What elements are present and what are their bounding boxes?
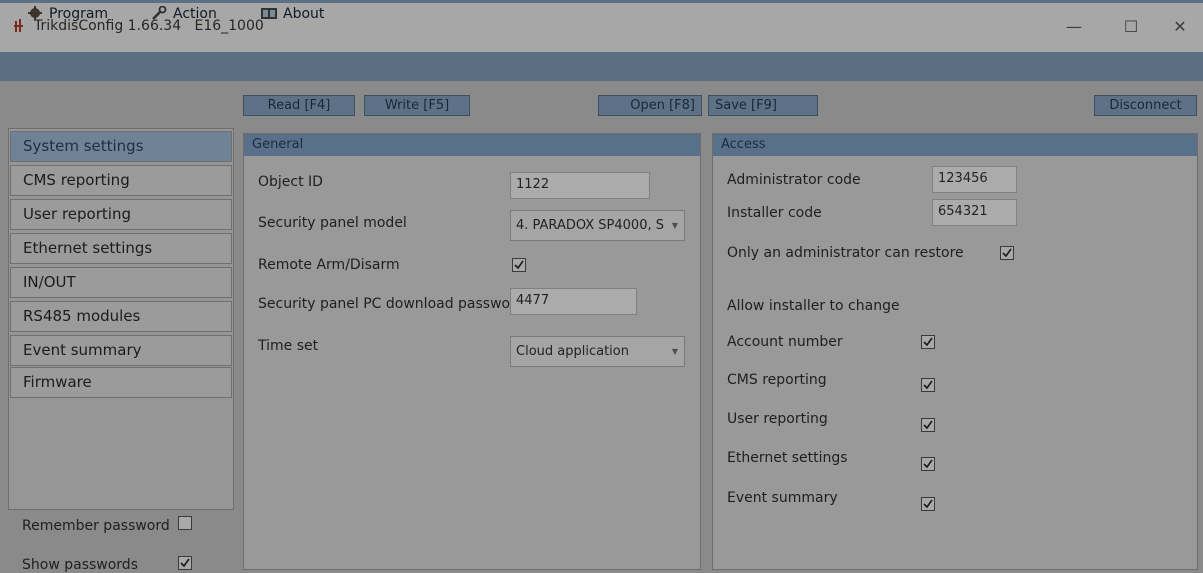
allow-installer-label: Allow installer to change [727, 298, 900, 314]
checkmark-icon [923, 459, 933, 469]
ethernet-settings-checkbox[interactable] [921, 457, 935, 471]
checkmark-icon [1002, 248, 1012, 258]
checkmark-icon [923, 380, 933, 390]
time-set-select[interactable]: Cloud application ▼ [510, 336, 685, 367]
checkmark-icon [923, 420, 933, 430]
menu-program[interactable]: Program [26, 0, 108, 29]
panel-model-label: Security panel model [258, 215, 407, 231]
remember-password-label: Remember password [22, 518, 170, 534]
dropdown-arrow-icon: ▼ [671, 347, 678, 356]
menu-bar [0, 52, 1203, 81]
nav-item-user-reporting[interactable]: User reporting [10, 199, 232, 230]
dropdown-arrow-icon: ▼ [671, 221, 678, 230]
open-button[interactable]: Open [F8] [598, 95, 702, 116]
panel-model-select[interactable]: 4. PARADOX SP4000, S ▼ [510, 210, 685, 241]
save-button[interactable]: Save [F9] [708, 95, 818, 116]
only-admin-restore-label: Only an administrator can restore [727, 245, 964, 261]
user-reporting-label: User reporting [727, 411, 828, 427]
menu-program-label: Program [49, 6, 109, 22]
cms-reporting-checkbox[interactable] [921, 378, 935, 392]
object-id-input[interactable]: 1122 [510, 172, 650, 199]
wrench-icon [152, 6, 167, 20]
event-summary-label: Event summary [727, 490, 838, 506]
nav-item-firmware[interactable]: Firmware [10, 367, 232, 398]
admin-code-input[interactable]: 123456 [932, 166, 1017, 193]
menu-about[interactable]: About [260, 0, 324, 29]
gear-icon [28, 6, 42, 20]
admin-code-label: Administrator code [727, 172, 861, 188]
checkmark-icon [514, 260, 524, 270]
user-reporting-checkbox[interactable] [921, 418, 935, 432]
cms-reporting-label: CMS reporting [727, 372, 827, 388]
nav-item-cms-reporting[interactable]: CMS reporting [10, 165, 232, 196]
nav-item-ethernet-settings[interactable]: Ethernet settings [10, 233, 232, 264]
time-set-value: Cloud application [516, 344, 629, 359]
write-button[interactable]: Write [F5] [364, 95, 470, 116]
pc-password-label: Security panel PC download password [258, 296, 525, 312]
close-button[interactable]: ✕ [1160, 14, 1200, 40]
installer-code-label: Installer code [727, 205, 822, 221]
only-admin-restore-checkbox[interactable] [1000, 246, 1014, 260]
installer-code-input[interactable]: 654321 [932, 199, 1017, 226]
show-passwords-checkbox[interactable] [178, 556, 192, 570]
ethernet-settings-label: Ethernet settings [727, 450, 848, 466]
menu-action-label: Action [173, 6, 217, 22]
account-number-label: Account number [727, 334, 843, 350]
nav-item-rs485-modules[interactable]: RS485 modules [10, 301, 232, 332]
access-panel-title: Access [713, 134, 1197, 156]
app-logo-icon [14, 19, 23, 32]
menu-action[interactable]: Action [150, 0, 217, 29]
nav-item-system-settings[interactable]: System settings [10, 131, 232, 162]
time-set-label: Time set [258, 338, 319, 354]
read-button[interactable]: Read [F4] [243, 95, 355, 116]
minimize-button[interactable]: — [1054, 14, 1094, 40]
book-icon [261, 8, 277, 19]
object-id-label: Object ID [258, 174, 323, 190]
panel-model-value: 4. PARADOX SP4000, S [516, 218, 664, 233]
disconnect-button[interactable]: Disconnect [1094, 95, 1197, 116]
show-passwords-label: Show passwords [22, 557, 138, 573]
event-summary-checkbox[interactable] [921, 497, 935, 511]
general-panel-title: General [244, 134, 700, 156]
remember-password-checkbox[interactable] [178, 516, 192, 530]
nav-item-event-summary[interactable]: Event summary [10, 335, 232, 366]
checkmark-icon [180, 558, 190, 568]
checkmark-icon [923, 337, 933, 347]
remote-arm-checkbox[interactable] [512, 258, 526, 272]
remote-arm-label: Remote Arm/Disarm [258, 257, 400, 273]
nav-item-in-out[interactable]: IN/OUT [10, 267, 232, 298]
account-number-checkbox[interactable] [921, 335, 935, 349]
maximize-button[interactable]: ☐ [1111, 14, 1151, 40]
pc-password-input[interactable]: 4477 [510, 288, 637, 315]
menu-about-label: About [283, 6, 325, 22]
checkmark-icon [923, 499, 933, 509]
